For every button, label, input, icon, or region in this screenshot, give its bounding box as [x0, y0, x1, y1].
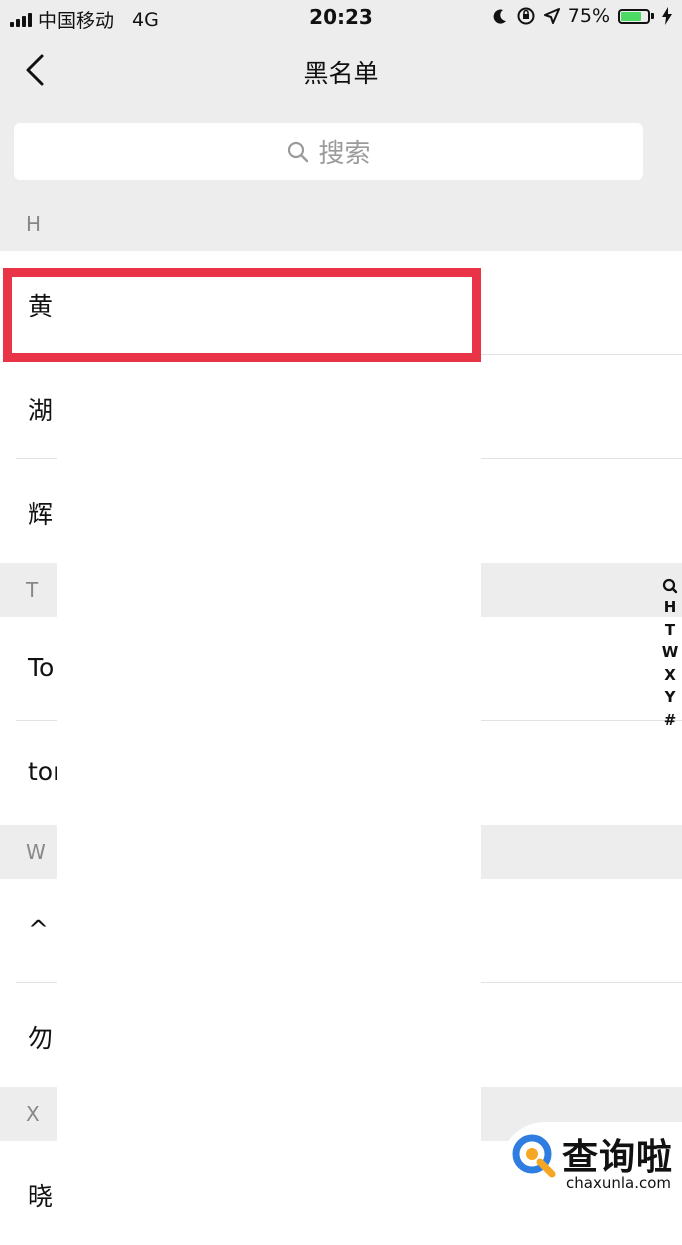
- search-bar[interactable]: 搜索: [14, 123, 643, 180]
- battery-icon: [618, 8, 654, 24]
- section-header: H: [0, 197, 682, 251]
- watermark-logo-icon: [512, 1134, 556, 1178]
- contact-name: 湖: [28, 396, 54, 425]
- alphabet-index[interactable]: H T W X Y #: [660, 578, 680, 731]
- orientation-lock-icon: [517, 7, 535, 25]
- location-icon: [543, 8, 560, 24]
- highlight-annotation: [3, 268, 481, 362]
- index-letter[interactable]: H: [664, 596, 677, 619]
- moon-icon: [493, 9, 506, 24]
- watermark-name: 查询啦: [562, 1137, 674, 1178]
- search-placeholder: 搜索: [318, 139, 371, 169]
- contact-name: 晓: [28, 1182, 54, 1211]
- contact-name: 勿: [28, 1024, 54, 1053]
- index-letter[interactable]: #: [664, 709, 677, 732]
- contact-name: 辉: [28, 500, 54, 529]
- status-right: 75%: [492, 5, 672, 27]
- status-bar: 中国移动 4G 20:23 75%: [0, 0, 682, 34]
- index-letter[interactable]: W: [662, 641, 679, 664]
- redaction-cover: [57, 367, 481, 1212]
- watermark: 查询啦 chaxunla.com: [500, 1122, 682, 1212]
- index-search-icon[interactable]: [662, 578, 678, 596]
- index-letter[interactable]: X: [664, 664, 676, 687]
- watermark-url: chaxunla.com: [566, 1174, 671, 1192]
- search-icon: [288, 141, 309, 162]
- charging-icon: [662, 7, 672, 25]
- index-letter[interactable]: T: [665, 619, 675, 642]
- contact-name: To: [28, 653, 55, 682]
- battery-percent: 75%: [567, 5, 610, 27]
- nav-bar: 黑名单: [0, 34, 682, 110]
- contact-name: ^: [28, 915, 49, 944]
- index-letter[interactable]: Y: [665, 686, 676, 709]
- page-title: 黑名单: [303, 59, 379, 88]
